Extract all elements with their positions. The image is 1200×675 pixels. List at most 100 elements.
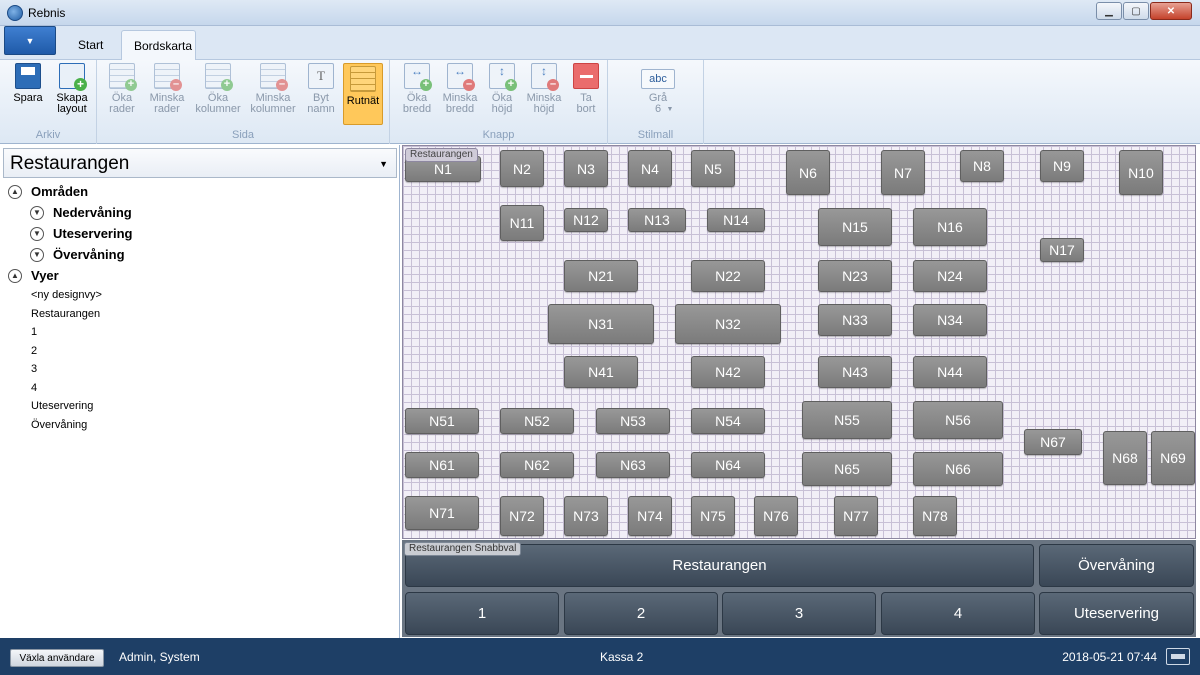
table-button[interactable]: N14 [707,208,765,232]
table-button[interactable]: N41 [564,356,638,388]
table-button[interactable]: N63 [596,452,670,478]
increase-height-button[interactable]: ↕ Öka höjd [486,63,518,115]
add-rows-button[interactable]: Öka rader [102,63,142,115]
view-item[interactable]: 1 [8,323,396,342]
table-button[interactable]: N21 [564,260,638,292]
view-item[interactable]: 3 [8,360,396,379]
table-button[interactable]: N12 [564,208,608,232]
table-button[interactable]: N54 [691,408,765,434]
view-item[interactable]: 2 [8,342,396,361]
decrease-width-button[interactable]: ↔ Minska bredd [440,63,480,115]
tree-node-omraden[interactable]: ▲ Områden [8,181,396,202]
table-button[interactable]: N4 [628,150,672,187]
collapse-icon[interactable]: ▲ [8,184,22,199]
table-button[interactable]: N15 [818,208,892,246]
table-button[interactable]: N77 [834,496,878,536]
expand-icon[interactable]: ▼ [30,205,44,220]
style-template-dropdown[interactable]: abc Grå 6 ▼ [638,63,678,115]
grid-toggle-button[interactable]: Rutnät [343,63,383,125]
tree-node-uteservering[interactable]: ▼ Uteservering [8,223,396,244]
close-button[interactable]: ✕ [1150,2,1192,20]
expand-icon[interactable]: ▼ [30,247,44,262]
table-button[interactable]: N44 [913,356,987,388]
rename-button[interactable]: T Byt namn [303,63,339,115]
view-item[interactable]: Uteservering [8,397,396,416]
tab-start[interactable]: Start [66,30,115,60]
table-map[interactable]: N1 Restaurangen N2 N3 N4 N5 N6 N7 N8 N9 … [402,145,1196,539]
table-button[interactable]: N61 [405,452,479,478]
table-button[interactable]: N65 [802,452,892,486]
table-button[interactable]: N7 [881,150,925,195]
table-button[interactable]: N33 [818,304,892,336]
remove-button[interactable]: Ta bort [570,63,602,115]
minimize-button[interactable]: ▁ [1096,2,1122,20]
table-button[interactable]: N56 [913,401,1003,439]
table-button[interactable]: N62 [500,452,574,478]
table-button[interactable]: N32 [675,304,781,344]
table-button[interactable]: N51 [405,408,479,434]
table-button[interactable]: N71 [405,496,479,530]
table-button[interactable]: N64 [691,452,765,478]
table-button[interactable]: N53 [596,408,670,434]
table-button[interactable]: N69 [1151,431,1195,485]
tree-node-vyer[interactable]: ▲ Vyer [8,265,396,286]
table-button[interactable]: N5 [691,150,735,187]
table-button[interactable]: N24 [913,260,987,292]
tab-bordskarta[interactable]: Bordskarta [121,30,196,60]
view-item[interactable]: Restaurangen [8,305,396,324]
quick-button-overvaning[interactable]: Övervåning [1039,544,1194,587]
table-button[interactable]: N43 [818,356,892,388]
remove-rows-button[interactable]: Minska rader [145,63,189,115]
table-button[interactable]: N22 [691,260,765,292]
table-button[interactable]: N34 [913,304,987,336]
ribbon-group-label: Sida [231,129,255,141]
table-button[interactable]: N78 [913,496,957,536]
tree-node-overvaning[interactable]: ▼ Övervåning [8,244,396,265]
tree-node-nedervaning[interactable]: ▼ Nedervåning [8,202,396,223]
maximize-button[interactable]: ▢ [1123,2,1149,20]
table-button[interactable]: N6 [786,150,830,195]
table-button[interactable]: N67 [1024,429,1082,455]
quick-button-3[interactable]: 3 [722,592,876,635]
view-item[interactable]: <ny designvy> [8,286,396,305]
table-button[interactable]: N76 [754,496,798,536]
table-button[interactable]: N66 [913,452,1003,486]
application-menu-button[interactable]: ▼ [4,26,56,55]
table-button[interactable]: N68 [1103,431,1147,485]
view-item[interactable]: 4 [8,379,396,398]
quick-button-uteservering[interactable]: Uteservering [1039,592,1194,635]
table-button[interactable]: N72 [500,496,544,536]
table-button[interactable]: N8 [960,150,1004,182]
table-button[interactable]: N11 [500,205,544,241]
increase-width-button[interactable]: ↔ Öka bredd [398,63,436,115]
table-button[interactable]: N3 [564,150,608,187]
table-button[interactable]: N55 [802,401,892,439]
switch-user-button[interactable]: Växla användare [10,649,104,667]
remove-columns-button[interactable]: Minska kolumner [246,63,300,115]
create-layout-button[interactable]: Skapa layout [52,63,92,115]
table-button[interactable]: N9 [1040,150,1084,182]
table-button[interactable]: N17 [1040,238,1084,262]
table-button[interactable]: N10 [1119,150,1163,195]
quick-button-2[interactable]: 2 [564,592,718,635]
quick-button-4[interactable]: 4 [881,592,1035,635]
add-columns-button[interactable]: Öka kolumner [193,63,243,115]
collapse-icon[interactable]: ▲ [8,268,22,283]
view-item[interactable]: Övervåning [8,416,396,435]
table-button[interactable]: N31 [548,304,654,344]
table-button[interactable]: N2 [500,150,544,187]
table-button[interactable]: N52 [500,408,574,434]
table-button[interactable]: N73 [564,496,608,536]
view-selector-dropdown[interactable]: Restaurangen ▼ [3,148,397,178]
table-button[interactable]: N13 [628,208,686,232]
table-button[interactable]: N42 [691,356,765,388]
quick-button-1[interactable]: 1 [405,592,559,635]
table-button[interactable]: N16 [913,208,987,246]
expand-icon[interactable]: ▼ [30,226,44,241]
table-button[interactable]: N23 [818,260,892,292]
table-button[interactable]: N74 [628,496,672,536]
decrease-height-button[interactable]: ↕ Minska höjd [524,63,564,115]
table-button[interactable]: N75 [691,496,735,536]
save-button[interactable]: Spara [12,63,44,104]
keyboard-icon[interactable] [1166,648,1190,665]
